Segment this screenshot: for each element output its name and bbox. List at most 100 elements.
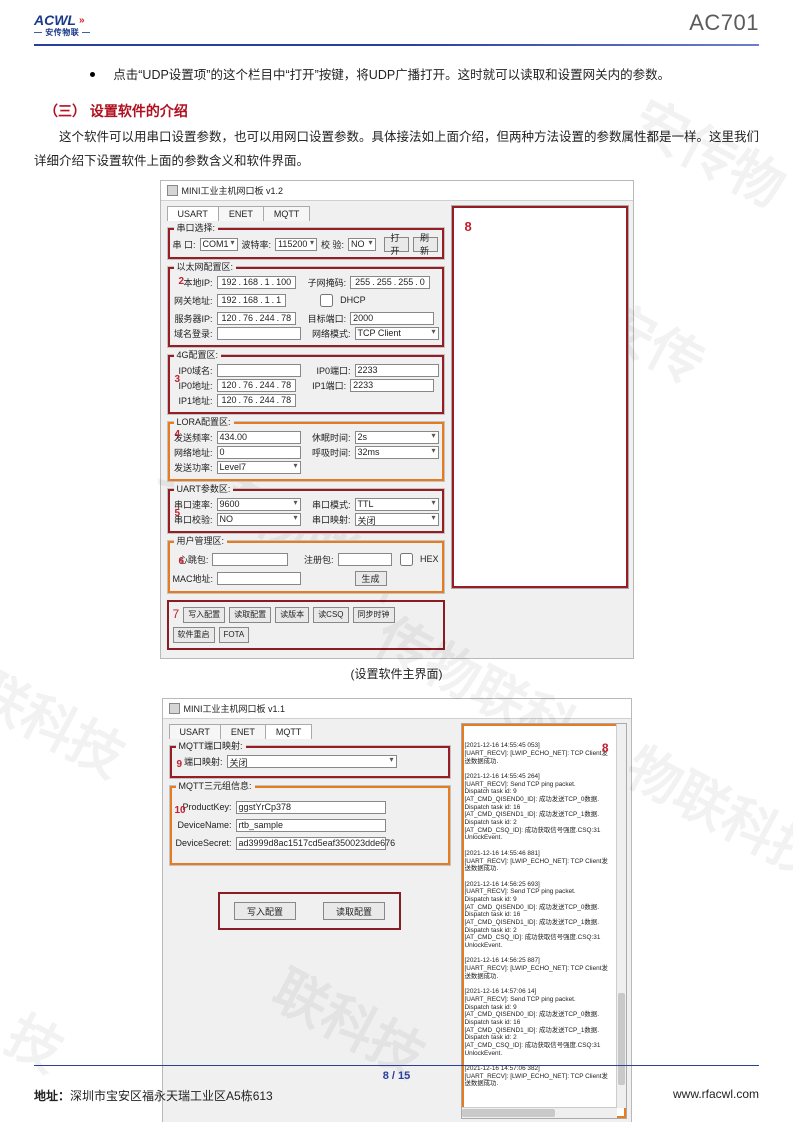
tab-mqtt[interactable]: MQTT — [263, 206, 311, 221]
log-text: [2021-12-16 14:55:45 053] [UART_RECV]: [… — [465, 742, 623, 1088]
footer-row: 地址：深圳市宝安区福永天瑞工业区A5栋613 www.rfacwl.com — [34, 1087, 759, 1104]
callout-4: 4 — [175, 429, 181, 440]
ip1-addr-input[interactable]: 120.76.244.78 — [217, 394, 297, 407]
window-titlebar: MINI工业主机网口板 v1.1 — [163, 699, 631, 719]
uart-baud-select[interactable]: 9600 — [217, 498, 301, 511]
log-panel — [451, 205, 629, 589]
lora-netaddr-input[interactable]: 0 — [217, 446, 301, 459]
group-mqtt-triple: MQTT三元组信息: ProductKey: ggstYrCp378 Devic… — [169, 785, 451, 866]
callout-9: 9 — [177, 759, 183, 770]
heartbeat-input[interactable] — [212, 553, 288, 566]
ip1-port-input[interactable]: 2233 — [350, 379, 434, 392]
refresh-button[interactable]: 刷新 — [413, 237, 438, 252]
ip0-port-label: IP0端口: — [305, 364, 351, 377]
domain-input[interactable] — [217, 327, 301, 340]
dhcp-label: DHCP — [340, 295, 366, 305]
lora-freq-input[interactable]: 434.00 — [217, 431, 301, 444]
section-paragraph: 这个软件可以用串口设置参数，也可以用网口设置参数。具体接法如上面介绍，但两种方法… — [34, 126, 759, 174]
page-number: 8 / 15 — [34, 1070, 759, 1082]
soft-reset-button[interactable]: 软件重启 — [173, 627, 215, 643]
open-button[interactable]: 打开 — [384, 237, 409, 252]
uart-parity-select[interactable]: NO — [217, 513, 301, 526]
tab-mqtt[interactable]: MQTT — [265, 724, 313, 739]
callout-6: 6 — [179, 556, 185, 567]
action-buttons: 7 写入配置 读取配置 读版本 读CSQ 同步时钟 软件重启 FOTA — [167, 600, 445, 650]
lora-power-select[interactable]: Level7 — [217, 461, 301, 474]
register-label: 注册包: — [292, 553, 333, 566]
local-ip-input[interactable]: 192.168.1.100 — [217, 276, 297, 289]
model-label: AC701 — [689, 10, 759, 36]
tabstrip: USART ENET MQTT — [167, 206, 445, 221]
uart-mode-select[interactable]: TTL — [355, 498, 439, 511]
mqtt-read-button[interactable]: 读取配置 — [323, 902, 385, 920]
fota-button[interactable]: FOTA — [219, 627, 250, 643]
read-config-button[interactable]: 读取配置 — [229, 607, 271, 623]
group-title: UART参数区: — [174, 482, 234, 495]
callout-8: 8 — [465, 219, 472, 234]
section-heading: （三） 设置软件的介绍 — [44, 98, 759, 125]
productkey-input[interactable]: ggstYrCp378 — [236, 801, 386, 814]
gateway-input[interactable]: 192.168.1.1 — [217, 294, 287, 307]
write-config-button[interactable]: 写入配置 — [183, 607, 225, 623]
scrollbar-horizontal[interactable] — [462, 1107, 617, 1118]
register-input[interactable] — [338, 553, 392, 566]
baud-select[interactable]: 115200 — [275, 238, 317, 251]
generate-button[interactable]: 生成 — [355, 571, 387, 586]
uart-mode-label: 串口模式: — [305, 498, 351, 511]
ip1-addr-label: IP1地址: — [173, 394, 213, 407]
devicesecret-label: DeviceSecret: — [176, 838, 232, 848]
mqtt-write-button[interactable]: 写入配置 — [234, 902, 296, 920]
lora-sleep-select[interactable]: 2s — [355, 431, 439, 444]
ip0-addr-input[interactable]: 120.76.244.78 — [217, 379, 297, 392]
log-panel-2[interactable]: [2021-12-16 14:55:45 053] [UART_RECV]: [… — [461, 723, 627, 1119]
tab-usart[interactable]: USART — [169, 724, 221, 739]
header-rule — [34, 44, 759, 46]
window-titlebar: MINI工业主机网口板 v1.2 — [161, 181, 633, 201]
group-title: 4G配置区: — [174, 348, 222, 361]
uart-map-select[interactable]: 关闭 — [355, 513, 439, 526]
devicename-input[interactable]: rtb_sample — [236, 819, 386, 832]
port-select[interactable]: COM1 — [200, 238, 238, 251]
mac-label: MAC地址: — [173, 572, 213, 585]
mac-input[interactable] — [217, 572, 301, 585]
scrollbar-vertical[interactable] — [616, 724, 626, 1108]
bullet-text: 点击“UDP设置项”的这个栏目中“打开”按键，将UDP广播打开。这时就可以读取和… — [113, 68, 670, 82]
read-csq-button[interactable]: 读CSQ — [313, 607, 348, 623]
group-title: 串口选择: — [174, 221, 219, 234]
footer-rule — [34, 1065, 759, 1066]
hex-checkbox[interactable] — [400, 553, 413, 566]
parity-select[interactable]: NO — [348, 238, 376, 251]
website: www.rfacwl.com — [673, 1087, 759, 1104]
sync-clock-button[interactable]: 同步时钟 — [353, 607, 395, 623]
group-4g: 4G配置区: IP0域名: IP0端口: 2233 IP0地址: 120.76.… — [167, 354, 445, 415]
lora-netaddr-label: 网络地址: — [173, 446, 213, 459]
ip0-port-input[interactable]: 2233 — [355, 364, 439, 377]
group-user: 用户管理区: 心跳包: 注册包: HEX MAC地址: — [167, 540, 445, 594]
mqtt-map-select[interactable]: 关闭 — [227, 755, 397, 768]
server-ip-input[interactable]: 120.76.244.78 — [217, 312, 297, 325]
lora-breath-select[interactable]: 32ms — [355, 446, 439, 459]
dhcp-checkbox[interactable] — [320, 294, 333, 307]
app-window-2: MINI工业主机网口板 v1.1 USART ENET MQTT 9 MQTT端… — [162, 698, 632, 1122]
mask-label: 子网掩码: — [300, 276, 346, 289]
ip0-domain-input[interactable] — [217, 364, 301, 377]
tab-enet[interactable]: ENET — [220, 724, 266, 739]
netmode-select[interactable]: TCP Client — [355, 327, 439, 340]
brand-subtext: — 安传物联 — — [34, 27, 90, 38]
target-port-input[interactable]: 2000 — [350, 312, 434, 325]
tab-enet[interactable]: ENET — [218, 206, 264, 221]
hex-label: HEX — [420, 554, 439, 564]
gateway-label: 网关地址: — [173, 294, 213, 307]
window-title: MINI工业主机网口板 v1.1 — [184, 702, 286, 715]
brand-text: ACWL — [34, 12, 76, 28]
group-uart: UART参数区: 串口速率: 9600 串口模式: TTL 串口校验: NO 串… — [167, 488, 445, 534]
callout-8b: 8 — [602, 741, 609, 755]
group-title: MQTT三元组信息: — [176, 779, 255, 792]
group-title: 以太网配置区: — [174, 260, 237, 273]
devicesecret-input[interactable]: ad3999d8ac1517cd5eaf350023dde676 — [236, 837, 386, 850]
mask-input[interactable]: 255.255.255.0 — [350, 276, 430, 289]
read-version-button[interactable]: 读版本 — [275, 607, 309, 623]
tab-usart[interactable]: USART — [167, 206, 219, 221]
callout-2: 2 — [179, 276, 185, 287]
figure1-caption: (设置软件主界面) — [34, 665, 759, 682]
